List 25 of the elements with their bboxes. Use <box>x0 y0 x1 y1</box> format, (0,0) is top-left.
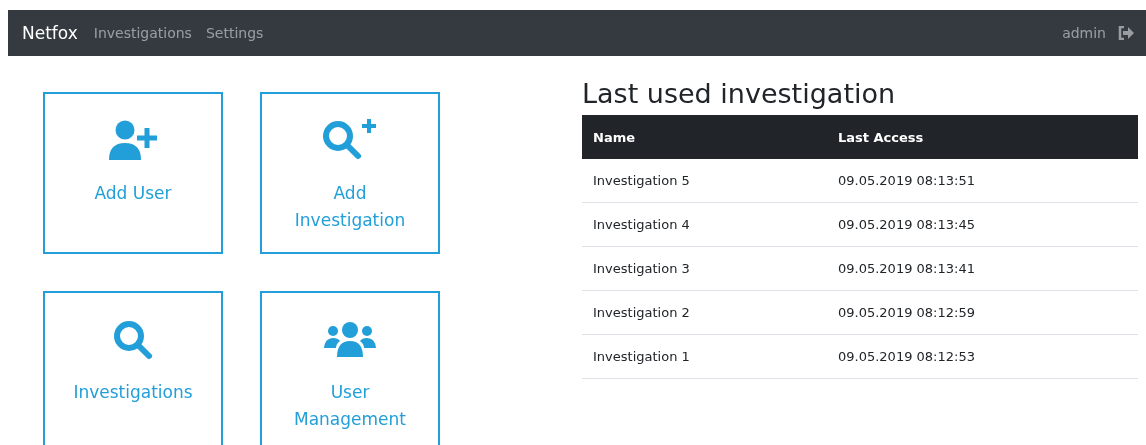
section-title: Last used investigation <box>582 78 897 109</box>
search-icon <box>112 319 154 361</box>
table-cell: 09.05.2019 08:13:51 <box>827 159 1138 203</box>
user-link[interactable]: admin <box>1062 25 1106 41</box>
table-cell: Investigation 5 <box>582 159 827 203</box>
tile-button[interactable]: User Management <box>260 291 440 445</box>
users-icon <box>324 322 376 358</box>
tile-button[interactable]: Investigations <box>43 291 223 445</box>
tile-button[interactable]: Add Investigation <box>260 92 440 254</box>
nav-link[interactable]: Settings <box>205 25 264 41</box>
logout-icon[interactable] <box>1118 26 1134 40</box>
table-cell: 09.05.2019 08:13:45 <box>827 202 1138 247</box>
column-header: Name <box>582 115 827 159</box>
tile-button[interactable]: Add User <box>43 92 223 254</box>
table-cell: 09.05.2019 08:12:53 <box>827 334 1138 379</box>
table-cell: Investigation 3 <box>582 246 827 291</box>
column-header: Last Access <box>827 115 1138 159</box>
nav-link[interactable]: Investigations <box>93 25 192 41</box>
table-cell: Investigation 1 <box>582 334 827 379</box>
add-user-icon <box>107 120 159 162</box>
table-cell: Investigation 4 <box>582 202 827 247</box>
table-cell: 09.05.2019 08:13:41 <box>827 246 1138 291</box>
brand-logo[interactable]: Netfox <box>22 23 78 43</box>
table-cell: 09.05.2019 08:12:59 <box>827 290 1138 335</box>
table-cell: Investigation 2 <box>582 290 827 335</box>
